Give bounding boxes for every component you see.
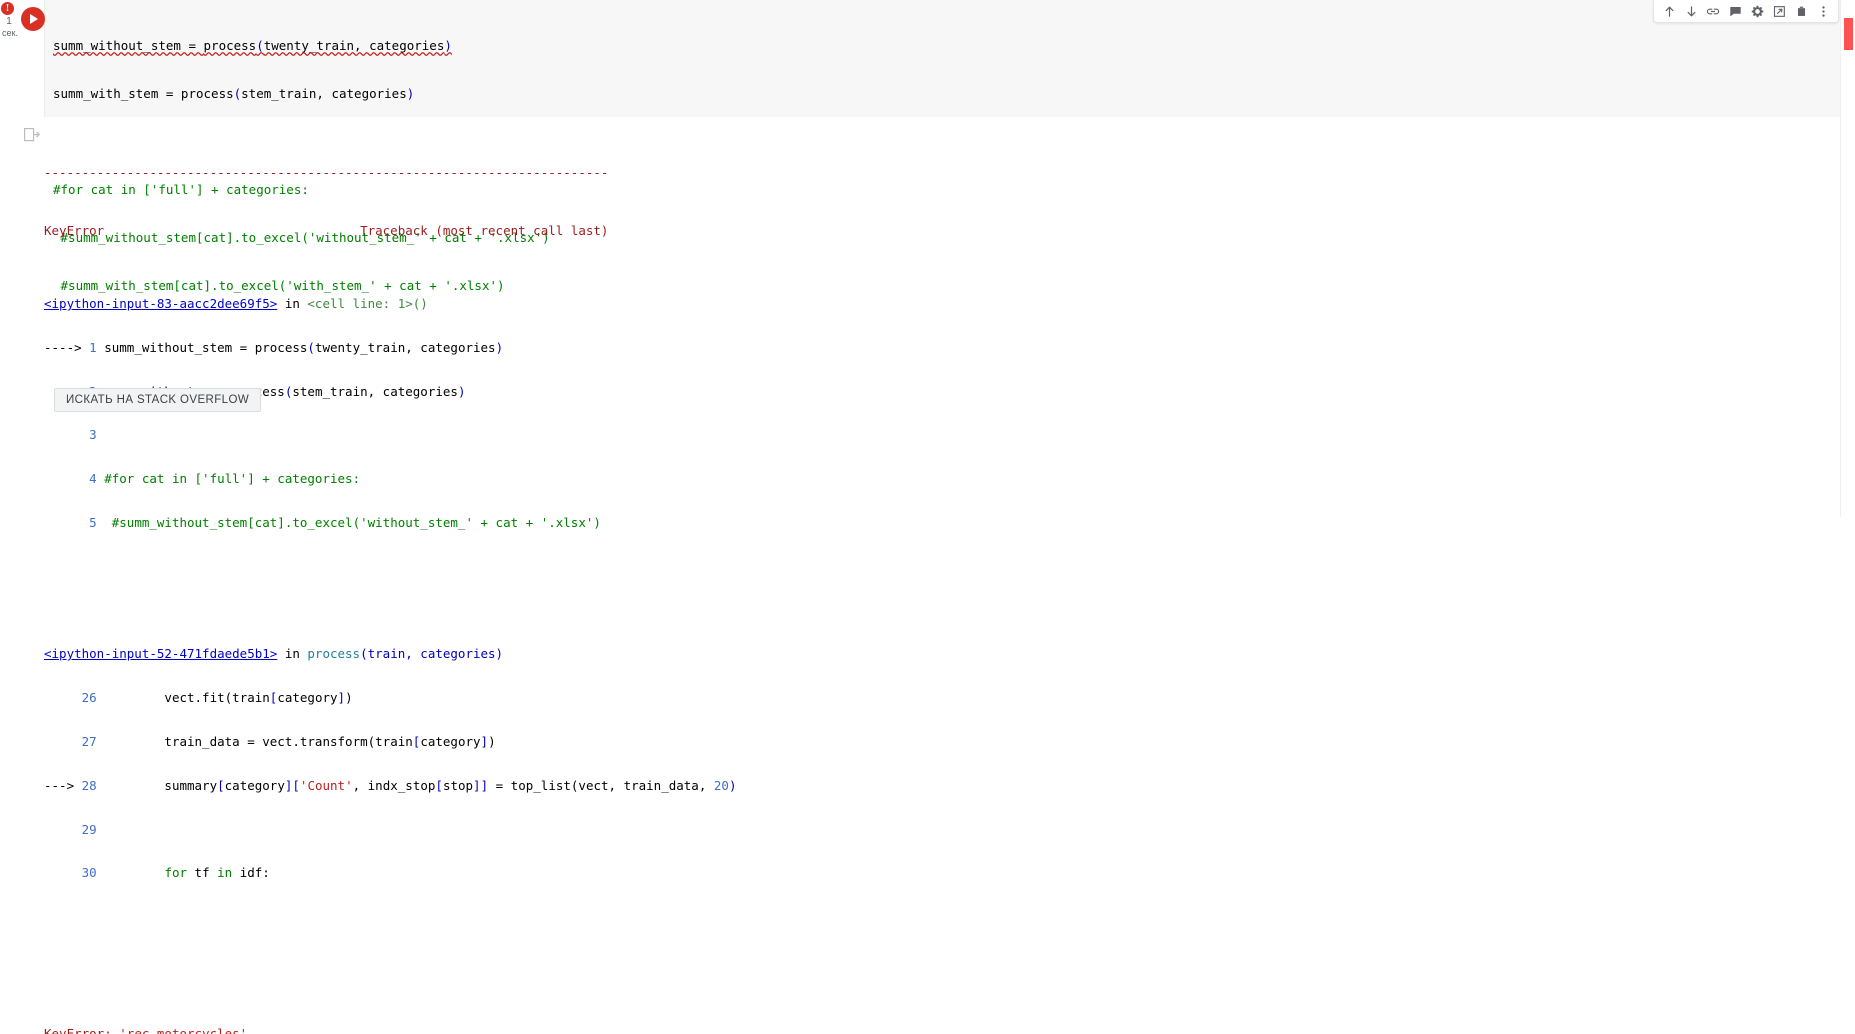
code-cell[interactable]: summ_without_stem = process(twenty_train… — [44, 0, 1855, 293]
delete-cell-icon[interactable] — [1790, 1, 1812, 21]
traceback-code-line: 4 #for cat in ['full'] + categories: — [89, 471, 361, 487]
code-line: summ_without_stem = process(twenty_train… — [53, 38, 452, 53]
traceback-code-line: 29 — [81, 821, 97, 837]
traceback-separator: ----------------------------------------… — [44, 164, 609, 180]
traceback-frame-file: <ipython-input-83-aacc2dee69f5> in <cell… — [44, 296, 428, 312]
open-in-new-tab-icon[interactable] — [1768, 1, 1790, 21]
traceback-blank — [44, 925, 1843, 940]
traceback-code-line: 26 vect.fit(train[category]) — [81, 690, 353, 706]
traceback-frame-file: <ipython-input-52-471fdaede5b1> in proce… — [44, 646, 504, 662]
vertical-scrollbar[interactable] — [1840, 0, 1855, 517]
execution-time-unit: сек. — [2, 28, 18, 38]
frame-file-link[interactable]: <ipython-input-52-471fdaede5b1> — [44, 646, 277, 662]
traceback-code-line: 3 — [89, 427, 97, 443]
code-line: summ_with_stem = process(stem_train, cat… — [53, 86, 415, 101]
link-to-cell-icon[interactable] — [1702, 1, 1724, 21]
scrollbar-error-marker[interactable] — [1844, 18, 1853, 50]
cell-settings-icon[interactable] — [1746, 1, 1768, 21]
search-stack-overflow-button[interactable]: ИСКАТЬ НА STACK OVERFLOW — [54, 388, 262, 412]
traceback-output: ----------------------------------------… — [44, 122, 1843, 1034]
output-arrow-icon — [24, 128, 41, 142]
move-cell-up-icon[interactable] — [1658, 1, 1680, 21]
cell-toolbar — [1653, 0, 1839, 23]
add-comment-icon[interactable] — [1724, 1, 1746, 21]
traceback-code-line: 2 summ_with_stem = process(stem_train, c… — [89, 383, 466, 399]
traceback-code-line: 5 #summ_without_stem[cat].to_excel('with… — [89, 515, 601, 531]
traceback-blank — [44, 574, 1843, 589]
traceback-header: KeyError Traceback (most recent call las… — [44, 223, 609, 239]
more-options-icon[interactable] — [1812, 1, 1834, 21]
error-message-value: 'rec.motorcycles' — [119, 1025, 248, 1034]
error-message: KeyError: 'rec.motorcycles' — [44, 1025, 1843, 1034]
error-message-type: KeyError: — [44, 1025, 112, 1034]
execution-gutter: ! 1 сек. — [0, 0, 22, 517]
play-icon — [30, 14, 38, 24]
traceback-blank — [44, 968, 1843, 983]
traceback-code-line: ---> 28 summary[category]['Count', indx_… — [44, 777, 737, 793]
traceback-code-line: 30 for tf in idf: — [81, 865, 270, 881]
error-badge: ! — [1, 2, 14, 15]
traceback-code-line: 27 train_data = vect.transform(train[cat… — [81, 733, 496, 749]
execution-time-count: 1 — [6, 16, 12, 27]
run-cell-button[interactable] — [21, 7, 45, 31]
frame-file-link[interactable]: <ipython-input-83-aacc2dee69f5> — [44, 296, 277, 311]
traceback-code-line: ----> 1 summ_without_stem = process(twen… — [44, 339, 504, 355]
stack-overflow-button-wrap: ИСКАТЬ НА STACK OVERFLOW — [54, 388, 262, 412]
move-cell-down-icon[interactable] — [1680, 1, 1702, 21]
